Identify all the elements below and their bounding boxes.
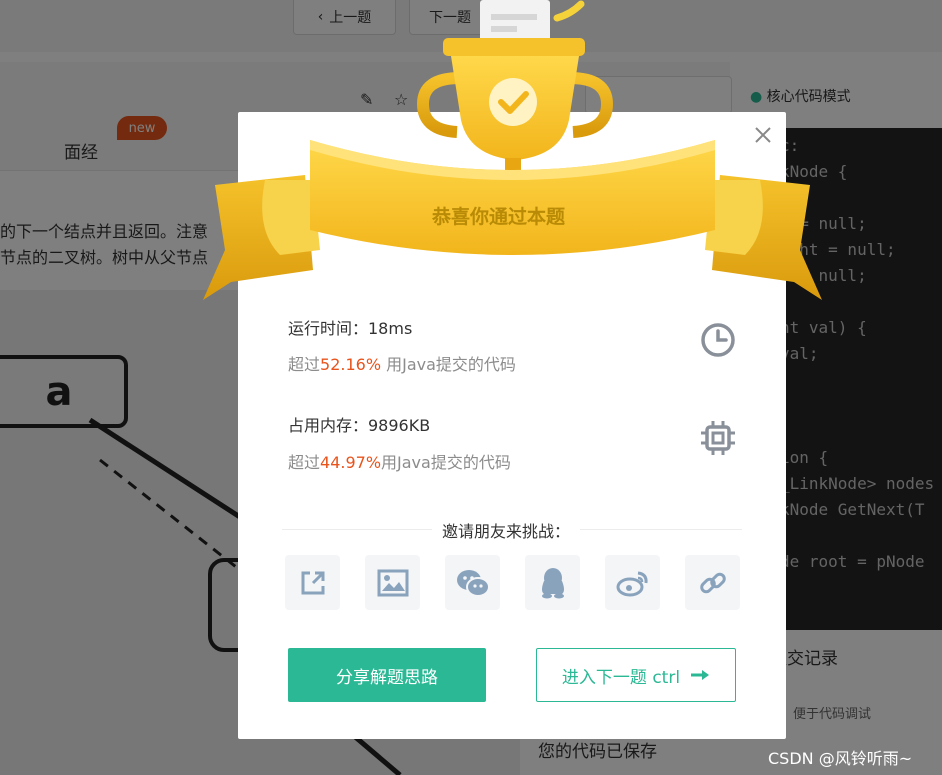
image-icon — [377, 569, 408, 596]
next-question-modal-button[interactable]: 进入下一题 ctrl — [536, 648, 736, 702]
share-image-button[interactable] — [365, 555, 420, 610]
trophy-ribbon-illustration — [203, 0, 822, 300]
clock-icon — [701, 323, 735, 357]
close-icon[interactable] — [752, 124, 774, 146]
link-icon — [699, 572, 726, 593]
watermark: CSDN @风铃听雨~ — [768, 749, 913, 768]
cpu-chip-icon — [701, 421, 735, 455]
qq-icon — [541, 567, 564, 598]
memory-rank: 超过44.97%用Java提交的代码 — [288, 453, 511, 472]
weibo-icon — [616, 571, 648, 596]
ribbon-title: 恭喜你通过本题 — [432, 206, 566, 228]
share-external-button[interactable] — [285, 555, 340, 610]
share-weibo-button[interactable] — [605, 555, 660, 610]
runtime-rank: 超过52.16% 用Java提交的代码 — [288, 355, 516, 374]
share-solution-button[interactable]: 分享解题思路 — [288, 648, 486, 702]
copy-link-button[interactable] — [685, 555, 740, 610]
wechat-icon — [456, 569, 490, 597]
share-wechat-button[interactable] — [445, 555, 500, 610]
invite-label: 邀请朋友来挑战： — [432, 518, 581, 542]
runtime-label: 运行时间：18ms — [288, 319, 413, 338]
memory-label: 占用内存：9896KB — [288, 416, 431, 435]
share-qq-button[interactable] — [525, 555, 580, 610]
arrow-right-icon — [691, 670, 710, 680]
memory-percent: 44.97% — [320, 453, 382, 472]
runtime-percent: 52.16% — [320, 355, 382, 374]
share-link-icon — [301, 571, 324, 594]
